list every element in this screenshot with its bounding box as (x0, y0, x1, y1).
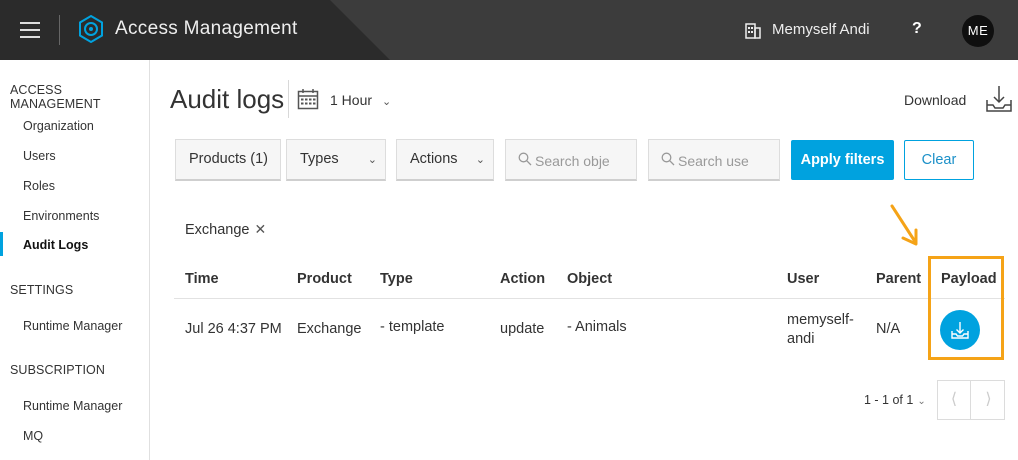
arrow-down-left-icon (890, 204, 918, 246)
sidebar-heading-settings: SETTINGS (10, 283, 74, 297)
search-user-input[interactable]: Search use (648, 139, 780, 181)
close-icon[interactable]: ✕ (255, 221, 267, 237)
sidebar-item-subscription-runtime-manager[interactable]: Runtime Manager (23, 399, 122, 413)
sidebar-heading-access-management: ACCESS MANAGEMENT (10, 83, 101, 111)
gear-logo-icon (79, 15, 103, 43)
sidebar-item-audit-logs[interactable]: Audit Logs (23, 238, 88, 252)
column-header-object[interactable]: Object (567, 271, 612, 287)
sidebar: ACCESS MANAGEMENT Organization Users Rol… (0, 60, 150, 460)
search-icon (518, 152, 532, 166)
pagination-range-select[interactable]: 1 - 1 of 1 ⌄ (864, 393, 926, 407)
avatar[interactable]: ME (962, 15, 994, 47)
chevron-down-icon: ⌄ (917, 396, 926, 407)
cell-time: Jul 26 4:37 PM (185, 321, 282, 337)
cell-object: - Animals (567, 319, 627, 335)
column-header-action[interactable]: Action (500, 271, 545, 287)
search-object-input[interactable]: Search obje (505, 139, 637, 181)
sidebar-active-indicator (0, 232, 3, 256)
building-icon (745, 23, 761, 39)
download-link[interactable]: Download (904, 92, 966, 108)
hamburger-menu-icon[interactable] (20, 22, 40, 38)
time-range-value: 1 Hour (330, 92, 373, 108)
org-user-selector[interactable]: Memyself Andi (772, 21, 870, 38)
types-filter-label: Types (300, 151, 339, 167)
cell-action: update (500, 321, 545, 337)
search-user-placeholder: Search use (678, 153, 749, 169)
sidebar-item-organization[interactable]: Organization (23, 119, 94, 133)
previous-page-button[interactable]: ⟨ (938, 381, 971, 419)
search-icon (661, 152, 675, 166)
app-title: Access Management (115, 18, 298, 39)
calendar-icon[interactable] (297, 88, 319, 110)
cell-type: - template (380, 319, 445, 335)
pagination-range-text: 1 - 1 of 1 (864, 393, 914, 407)
chevron-down-icon: ⌄ (367, 154, 377, 166)
cell-user-line1: memyself- (787, 312, 854, 328)
column-header-product[interactable]: Product (297, 271, 352, 287)
sidebar-heading-subscription: SUBSCRIPTION (10, 363, 105, 377)
time-range-select[interactable]: 1 Hour ⌄ (330, 92, 391, 108)
types-filter-dropdown[interactable]: Types ⌄ (286, 139, 386, 181)
payload-highlight-box (928, 256, 1004, 360)
actions-filter-dropdown[interactable]: Actions ⌄ (396, 139, 494, 181)
top-bar-divider (59, 15, 60, 45)
column-header-parent[interactable]: Parent (876, 271, 921, 287)
apply-filters-button[interactable]: Apply filters (791, 140, 894, 180)
pagination-controls: ⟨ ⟩ (937, 380, 1005, 420)
cell-parent: N/A (876, 321, 901, 337)
products-filter-dropdown[interactable]: Products (1) (175, 139, 281, 181)
active-filter-chip: Exchange ✕ (185, 221, 266, 238)
top-bar: Access Management Memyself Andi ? ME (0, 0, 1018, 60)
sidebar-item-users[interactable]: Users (23, 149, 56, 163)
sidebar-item-roles[interactable]: Roles (23, 179, 55, 193)
cell-user-line2: andi (787, 331, 815, 347)
actions-filter-label: Actions (410, 151, 458, 167)
chevron-down-icon: ⌄ (475, 154, 485, 166)
title-divider (288, 80, 289, 118)
column-header-time[interactable]: Time (185, 271, 219, 287)
sidebar-item-settings-runtime-manager[interactable]: Runtime Manager (23, 319, 122, 333)
clear-filters-button[interactable]: Clear (904, 140, 974, 180)
page-title: Audit logs (170, 84, 285, 114)
sidebar-item-environments[interactable]: Environments (23, 209, 99, 223)
chevron-down-icon: ⌄ (382, 96, 392, 108)
cell-product: Exchange (297, 321, 362, 337)
active-filter-chip-label: Exchange (185, 222, 250, 238)
sidebar-item-mq[interactable]: MQ (23, 429, 43, 443)
next-page-button[interactable]: ⟩ (972, 381, 1005, 419)
download-tray-icon[interactable] (985, 84, 1013, 114)
search-object-placeholder: Search obje (535, 153, 610, 169)
products-filter-label: Products (1) (189, 151, 268, 167)
column-header-type[interactable]: Type (380, 271, 413, 287)
help-icon[interactable]: ? (912, 20, 922, 38)
table-header-divider (174, 298, 1005, 299)
column-header-user[interactable]: User (787, 271, 819, 287)
